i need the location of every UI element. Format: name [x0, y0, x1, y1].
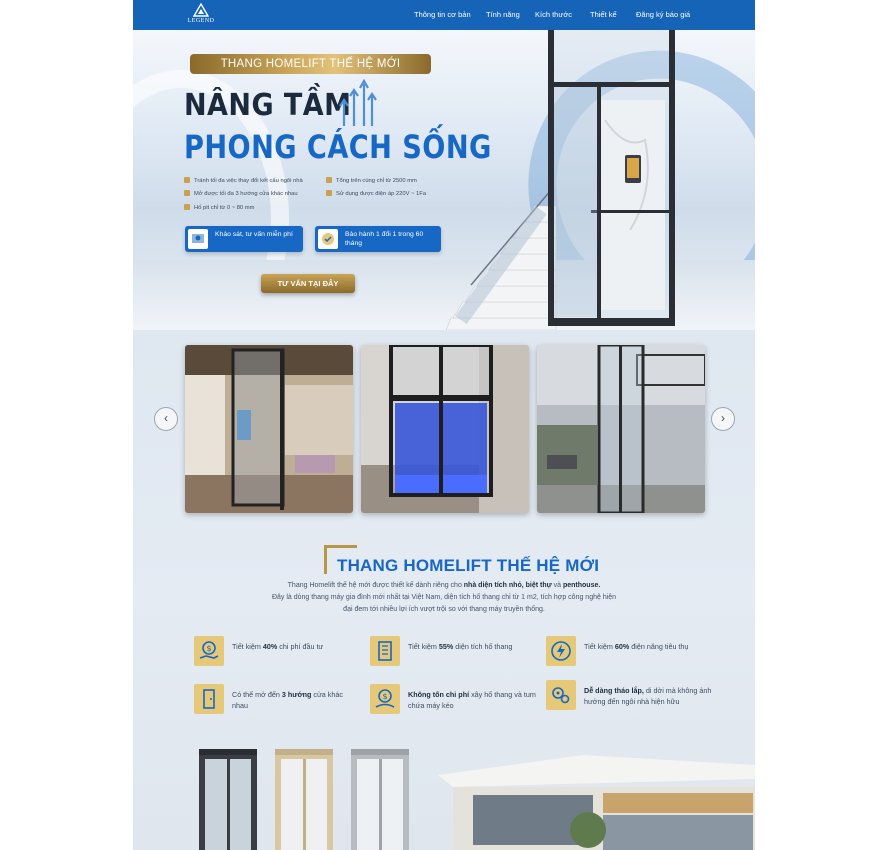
promo-warranty-text: Bảo hành 1 đổi 1 trong 60 tháng [345, 231, 424, 247]
hero-badge: THANG HOMELIFT THẾ HỆ MỚI [190, 54, 431, 74]
check-icon [326, 177, 332, 183]
gallery-photo-living-room[interactable] [185, 345, 353, 513]
hero-banner: THANG HOMELIFT THẾ HỆ MỚI NÂNG TẦM PHONG… [133, 30, 755, 330]
nav-item-basic-info[interactable]: Thông tin cơ bản [414, 10, 471, 19]
gallery-next-button[interactable]: › [711, 407, 735, 431]
promo-warranty[interactable]: Bảo hành 1 đổi 1 trong 60 tháng [315, 226, 441, 252]
promo-free-consult[interactable]: Khảo sát, tư vấn miễn phí [185, 226, 303, 252]
logo-text: LEGEND [187, 18, 215, 24]
svg-text:$: $ [207, 644, 212, 653]
benefit-door-directions-text: Có thể mở đến 3 hướng cửa khác nhau [232, 690, 343, 710]
hero-feature-1: Tránh tối đa việc thay đổi kết cấu ngôi … [184, 177, 303, 184]
rising-arrows-icon [339, 78, 377, 126]
benefit-energy-text: Tiết kiệm 60% điện năng tiêu thụ [584, 642, 689, 651]
hero-headline-line2: PHONG CÁCH SỐNG [184, 128, 492, 166]
benefit-investment-text: Tiết kiệm 40% chi phí đầu tư [232, 642, 324, 651]
check-icon [184, 190, 190, 196]
check-icon [326, 190, 332, 196]
logo-icon [193, 3, 209, 17]
nav-item-design[interactable]: Thiết kế [590, 10, 617, 19]
hero-headline-line1: NÂNG TẦM [184, 88, 352, 123]
check-icon [184, 177, 190, 183]
elevator-models-and-house-image [199, 749, 755, 850]
gallery-photo-blue-light[interactable] [361, 345, 529, 513]
landing-page: LEGEND Thông tin cơ bản Tính năng Kích t… [133, 0, 755, 850]
hero-feature-5: Hố pit chỉ từ 0 ~ 80 mm [184, 204, 254, 211]
check-icon [184, 204, 190, 210]
benefit-shaft-area-text: Tiết kiệm 55% diện tích hố thang [408, 642, 513, 651]
blue-lit-elevator-photo [361, 345, 529, 513]
nav-item-features[interactable]: Tính năng [486, 10, 520, 19]
consult-icon [188, 229, 208, 249]
warranty-icon [318, 229, 338, 249]
bottom-showcase [133, 735, 755, 850]
hero-feature-3: Mở được tối đa 3 hướng cửa khác nhau [184, 190, 298, 197]
svg-text:$: $ [383, 692, 388, 701]
legend-logo[interactable]: LEGEND [181, 3, 221, 27]
consult-cta-button[interactable]: TƯ VẤN TẠI ĐÂY [261, 274, 355, 293]
nav-item-quote-register[interactable]: Đăng ký báo giá [636, 10, 690, 19]
elevator-cabin-image [548, 30, 675, 326]
living-room-elevator-photo [185, 345, 353, 513]
benefit-no-pit-cost-text: Không tốn chi phí xây hố thang và tum ch… [408, 690, 536, 710]
door-icon [194, 684, 224, 714]
promo-free-consult-text: Khảo sát, tư vấn miễn phí [215, 231, 293, 238]
building-plan-icon [370, 636, 400, 666]
marble-stairs-image [445, 190, 557, 330]
section-title: THANG HOMELIFT THẾ HỆ MỚI [337, 556, 600, 575]
section-description: Thang Homelift thế hệ mới được thiết kế … [271, 582, 617, 613]
nav-item-dimensions[interactable]: Kích thước [535, 10, 572, 19]
money-hand-icon: $ [194, 636, 224, 666]
gallery-prev-button[interactable]: ‹ [154, 407, 178, 431]
hero-feature-4: Sử dụng được điện áp 220V ~ 1Fa [326, 190, 426, 197]
hero-feature-2: Tổng trên cùng chỉ từ 2500 mm [326, 177, 417, 184]
benefit-easy-install-text: Dễ dàng tháo lắp, di dời mà không ảnh hư… [584, 686, 712, 706]
gallery-photo-atrium[interactable] [537, 345, 705, 513]
lightning-icon [546, 636, 576, 666]
money-saving-icon: $ [370, 684, 400, 714]
top-nav: LEGEND Thông tin cơ bản Tính năng Kích t… [133, 0, 755, 30]
gears-icon [546, 680, 576, 710]
atrium-elevator-photo [537, 345, 705, 513]
